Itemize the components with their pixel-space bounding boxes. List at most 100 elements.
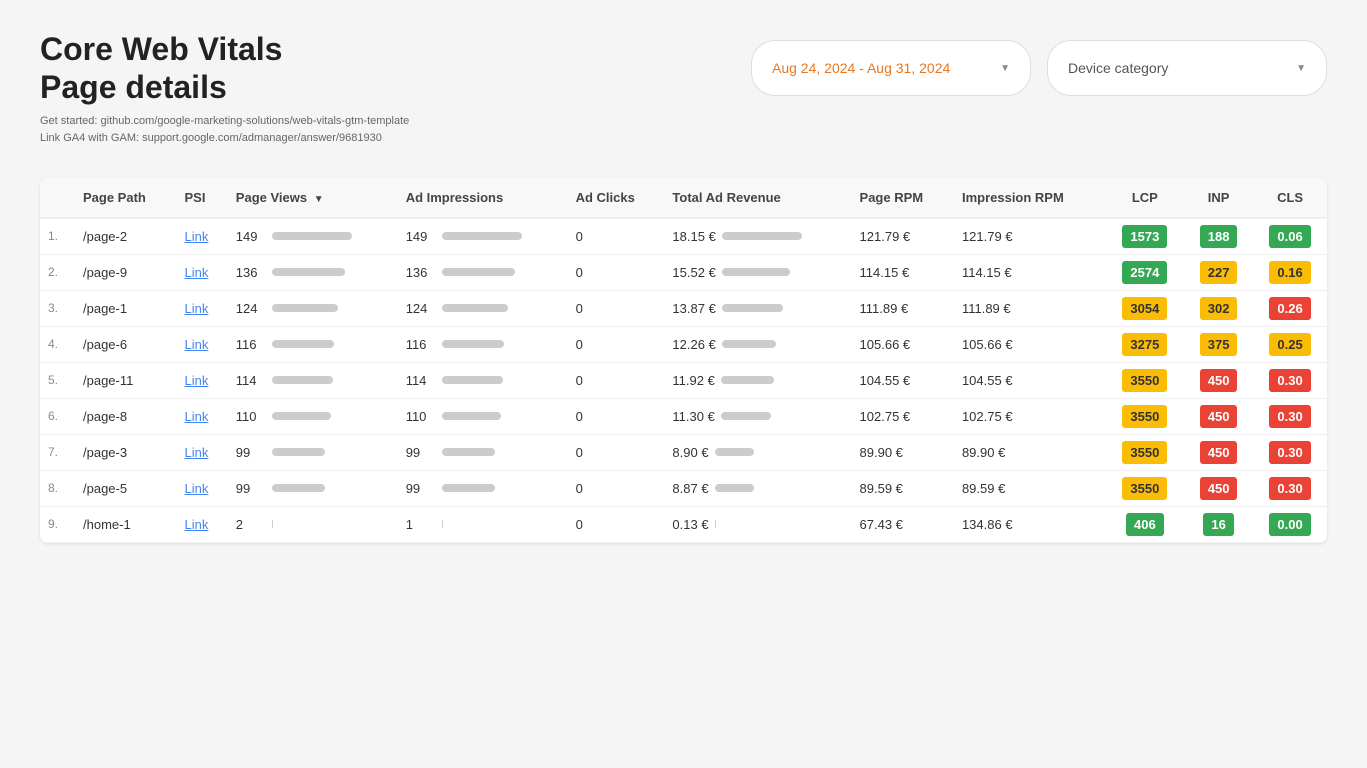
page-rpm: 67.43 € bbox=[852, 506, 954, 542]
cls-value: 0.30 bbox=[1253, 398, 1327, 434]
lcp-value: 3550 bbox=[1106, 398, 1184, 434]
date-filter-label: Aug 24, 2024 - Aug 31, 2024 bbox=[772, 60, 950, 76]
page-path: /page-5 bbox=[75, 470, 177, 506]
table-row: 5. /page-11 Link 114 114 0 11.92 € 104.5… bbox=[40, 362, 1327, 398]
ad-impressions: 136 bbox=[398, 254, 568, 290]
revenue-bar bbox=[721, 376, 774, 384]
lcp-badge: 3550 bbox=[1122, 405, 1167, 428]
page-views: 99 bbox=[228, 434, 398, 470]
page-rpm: 89.59 € bbox=[852, 470, 954, 506]
col-impression-rpm: Impression RPM bbox=[954, 178, 1106, 218]
ad-clicks: 0 bbox=[568, 218, 665, 255]
lcp-badge: 3275 bbox=[1122, 333, 1167, 356]
total-ad-revenue: 12.26 € bbox=[664, 326, 851, 362]
row-number: 5. bbox=[40, 362, 75, 398]
ad-impressions-bar bbox=[442, 268, 515, 276]
ad-impressions-bar bbox=[442, 376, 503, 384]
total-ad-revenue: 18.15 € bbox=[664, 218, 851, 255]
impression-rpm: 89.90 € bbox=[954, 434, 1106, 470]
page-views-bar bbox=[272, 448, 325, 456]
cls-value: 0.26 bbox=[1253, 290, 1327, 326]
page-views-bar bbox=[272, 304, 338, 312]
impression-rpm: 105.66 € bbox=[954, 326, 1106, 362]
psi-link[interactable]: Link bbox=[177, 362, 228, 398]
col-ad-impressions: Ad Impressions bbox=[398, 178, 568, 218]
revenue-bar bbox=[721, 412, 771, 420]
table-row: 3. /page-1 Link 124 124 0 13.87 € 111.89… bbox=[40, 290, 1327, 326]
row-number: 4. bbox=[40, 326, 75, 362]
table-header: Page Path PSI Page Views ▼ Ad Impression… bbox=[40, 178, 1327, 218]
col-page-views[interactable]: Page Views ▼ bbox=[228, 178, 398, 218]
cls-value: 0.30 bbox=[1253, 362, 1327, 398]
cls-badge: 0.30 bbox=[1269, 369, 1310, 392]
impression-rpm: 114.15 € bbox=[954, 254, 1106, 290]
inp-value: 188 bbox=[1184, 218, 1253, 255]
ad-impressions: 116 bbox=[398, 326, 568, 362]
psi-link[interactable]: Link bbox=[177, 290, 228, 326]
inp-value: 16 bbox=[1184, 506, 1253, 542]
inp-badge: 227 bbox=[1200, 261, 1238, 284]
inp-value: 450 bbox=[1184, 398, 1253, 434]
col-page-path: Page Path bbox=[75, 178, 177, 218]
page-views-bar bbox=[272, 412, 331, 420]
page-views: 124 bbox=[228, 290, 398, 326]
inp-value: 450 bbox=[1184, 470, 1253, 506]
cls-badge: 0.25 bbox=[1269, 333, 1310, 356]
lcp-value: 1573 bbox=[1106, 218, 1184, 255]
psi-link[interactable]: Link bbox=[177, 506, 228, 542]
ad-clicks: 0 bbox=[568, 254, 665, 290]
page-path: /page-1 bbox=[75, 290, 177, 326]
page-rpm: 102.75 € bbox=[852, 398, 954, 434]
lcp-badge: 3550 bbox=[1122, 369, 1167, 392]
ad-clicks: 0 bbox=[568, 398, 665, 434]
page-views: 114 bbox=[228, 362, 398, 398]
cls-value: 0.16 bbox=[1253, 254, 1327, 290]
impression-rpm: 89.59 € bbox=[954, 470, 1106, 506]
lcp-value: 2574 bbox=[1106, 254, 1184, 290]
psi-link[interactable]: Link bbox=[177, 218, 228, 255]
ad-impressions: 124 bbox=[398, 290, 568, 326]
date-filter-dropdown[interactable]: Aug 24, 2024 - Aug 31, 2024 ▼ bbox=[751, 40, 1031, 96]
inp-value: 450 bbox=[1184, 434, 1253, 470]
page-path: /home-1 bbox=[75, 506, 177, 542]
cls-value: 0.30 bbox=[1253, 434, 1327, 470]
ad-impressions-bar bbox=[442, 340, 504, 348]
psi-link[interactable]: Link bbox=[177, 470, 228, 506]
lcp-value: 3550 bbox=[1106, 434, 1184, 470]
psi-link[interactable]: Link bbox=[177, 398, 228, 434]
psi-link[interactable]: Link bbox=[177, 254, 228, 290]
page-views-bar bbox=[272, 340, 334, 348]
col-cls: CLS bbox=[1253, 178, 1327, 218]
psi-link[interactable]: Link bbox=[177, 434, 228, 470]
revenue-bar bbox=[715, 520, 716, 528]
cls-badge: 0.26 bbox=[1269, 297, 1310, 320]
total-ad-revenue: 0.13 € bbox=[664, 506, 851, 542]
cls-badge: 0.30 bbox=[1269, 441, 1310, 464]
lcp-value: 3550 bbox=[1106, 470, 1184, 506]
page-views-bar bbox=[272, 232, 352, 240]
ad-clicks: 0 bbox=[568, 434, 665, 470]
revenue-bar bbox=[722, 340, 776, 348]
ad-impressions-bar bbox=[442, 520, 443, 528]
data-table: Page Path PSI Page Views ▼ Ad Impression… bbox=[40, 178, 1327, 543]
page-path: /page-11 bbox=[75, 362, 177, 398]
lcp-badge: 2574 bbox=[1122, 261, 1167, 284]
page-rpm: 114.15 € bbox=[852, 254, 954, 290]
cls-badge: 0.06 bbox=[1269, 225, 1310, 248]
ad-clicks: 0 bbox=[568, 506, 665, 542]
inp-badge: 450 bbox=[1200, 369, 1238, 392]
lcp-value: 406 bbox=[1106, 506, 1184, 542]
impression-rpm: 111.89 € bbox=[954, 290, 1106, 326]
ad-impressions: 99 bbox=[398, 434, 568, 470]
page-rpm: 111.89 € bbox=[852, 290, 954, 326]
table-row: 8. /page-5 Link 99 99 0 8.87 € 89.59 € 8… bbox=[40, 470, 1327, 506]
lcp-badge: 3550 bbox=[1122, 477, 1167, 500]
device-filter-dropdown[interactable]: Device category ▼ bbox=[1047, 40, 1327, 96]
inp-badge: 450 bbox=[1200, 477, 1238, 500]
subtitle: Get started: github.com/google-marketing… bbox=[40, 113, 409, 148]
psi-link[interactable]: Link bbox=[177, 326, 228, 362]
cls-badge: 0.00 bbox=[1269, 513, 1310, 536]
row-number: 9. bbox=[40, 506, 75, 542]
lcp-badge: 3550 bbox=[1122, 441, 1167, 464]
page-views: 110 bbox=[228, 398, 398, 434]
